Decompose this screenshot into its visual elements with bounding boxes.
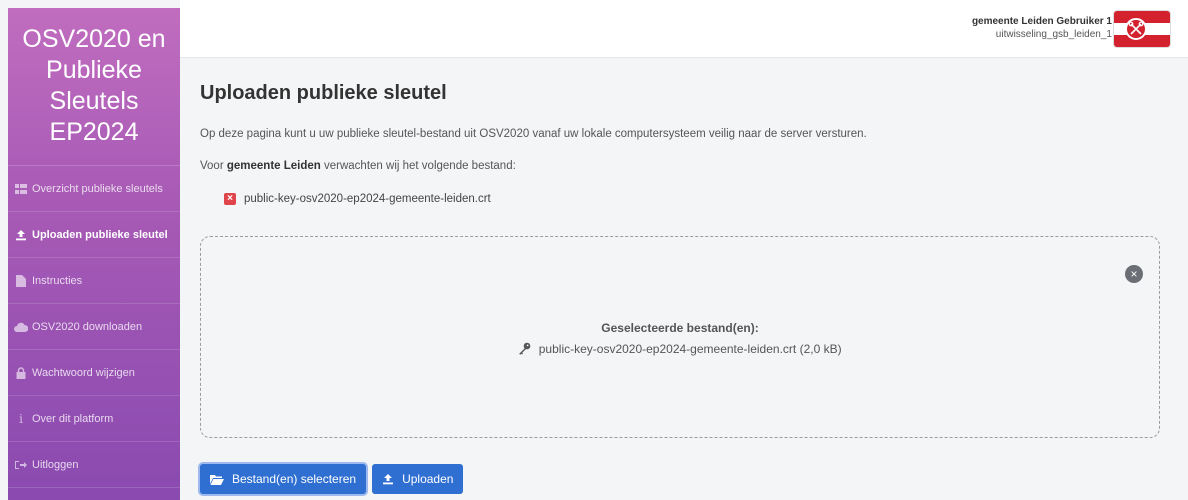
user-id: uitwisseling_gsb_leiden_1 [995, 29, 1112, 40]
sidebar-item-label: Uitloggen [32, 458, 79, 471]
top-header: gemeente Leiden Gebruiker 1 uitwisseling… [180, 0, 1188, 58]
selected-file-name: public-key-osv2020-ep2024-gemeente-leide… [538, 342, 842, 356]
key-icon [518, 342, 531, 358]
sidebar-item-osv2020-downloaden[interactable]: OSV2020 downloaden [8, 304, 180, 350]
app: OSV2020 en Publieke Sleutels EP2024 Over… [0, 0, 1188, 500]
list-icon [14, 183, 28, 194]
sidebar-item-label: Overzicht publieke sleutels [32, 182, 163, 195]
user-info[interactable]: gemeente Leiden Gebruiker 1 uitwisseling… [972, 15, 1112, 42]
municipality-name: gemeente Leiden [226, 160, 321, 172]
lock-icon [14, 366, 28, 379]
sidebar-item-uploaden[interactable]: Uploaden publieke sleutel [8, 212, 180, 258]
cloud-download-icon [14, 322, 28, 332]
expected-file-item: × public-key-osv2020-ep2024-gemeente-lei… [224, 193, 491, 205]
user-name: gemeente Leiden Gebruiker 1 [971, 16, 1112, 27]
info-icon: i [19, 411, 23, 426]
logout-icon [14, 460, 28, 470]
sidebar-item-label: Over dit platform [32, 412, 114, 425]
upload-button[interactable]: Uploaden [372, 464, 464, 494]
remove-file-icon[interactable]: × [1125, 265, 1143, 283]
file-dropzone[interactable]: × Geselecteerde bestand(en): public-key-… [200, 236, 1160, 438]
sidebar-item-overzicht[interactable]: Overzicht publieke sleutels [8, 166, 180, 212]
upload-label: Uploaden [402, 472, 454, 486]
main-content: Uploaden publieke sleutel Op deze pagina… [200, 58, 1168, 500]
expected-file-intro: Voor gemeente Leiden verwachten wij het … [200, 160, 516, 172]
upload-icon [382, 473, 394, 485]
selected-files-title: Geselecteerde bestand(en): [601, 321, 759, 335]
sidebar-item-wachtwoord-wijzigen[interactable]: Wachtwoord wijzigen [8, 350, 180, 396]
upload-icon [14, 229, 28, 241]
page-title: Uploaden publieke sleutel [200, 82, 447, 104]
sidebar-item-label: Wachtwoord wijzigen [32, 366, 135, 379]
document-icon [14, 274, 28, 287]
sidebar-item-label: OSV2020 downloaden [32, 320, 143, 333]
sidebar-item-uitloggen[interactable]: Uitloggen [8, 442, 180, 488]
app-title: OSV2020 en Publieke Sleutels EP2024 [8, 8, 180, 166]
expected-file-name: public-key-osv2020-ep2024-gemeente-leide… [244, 193, 491, 205]
sidebar-item-label: Uploaden publieke sleutel [32, 228, 168, 241]
missing-x-icon: × [224, 193, 236, 205]
sidebar-item-instructies[interactable]: Instructies [8, 258, 180, 304]
selected-file: public-key-osv2020-ep2024-gemeente-leide… [201, 342, 1159, 358]
municipality-flag [1114, 11, 1170, 47]
keys-emblem-icon [1125, 18, 1147, 40]
intro-text: Op deze pagina kunt u uw publieke sleute… [200, 128, 867, 140]
sidebar-item-label: Instructies [32, 274, 83, 287]
select-files-label: Bestand(en) selecteren [232, 472, 357, 486]
action-buttons: Bestand(en) selecteren Uploaden [200, 464, 464, 494]
select-files-button[interactable]: Bestand(en) selecteren [200, 464, 367, 494]
sidebar: OSV2020 en Publieke Sleutels EP2024 Over… [8, 8, 180, 500]
sidebar-nav: Overzicht publieke sleutels Uploaden pub… [8, 166, 180, 488]
sidebar-item-over-dit-platform[interactable]: i Over dit platform [8, 396, 180, 442]
folder-open-icon [210, 474, 224, 485]
